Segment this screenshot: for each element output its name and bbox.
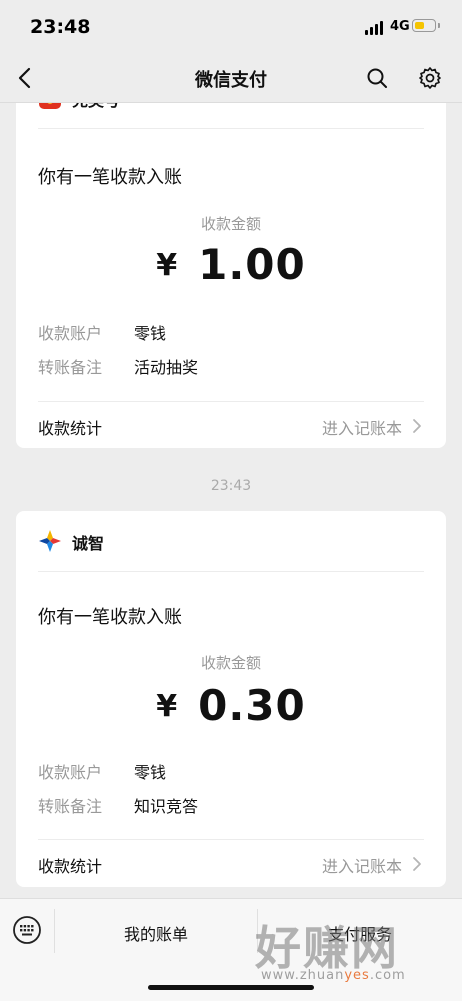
note-key: 转账备注 xyxy=(38,358,103,377)
ledger-link[interactable]: 进入记账本 xyxy=(322,853,402,877)
amount-label: 收款金额 xyxy=(200,215,261,233)
account-key: 收款账户 xyxy=(38,763,103,782)
ledger-link[interactable]: 进入记账本 xyxy=(322,415,402,439)
stats-label: 收款统计 xyxy=(38,419,103,438)
chengzhi-logo-icon xyxy=(39,530,61,552)
status-time: 23:48 xyxy=(30,16,91,38)
amount-number: 0.30 xyxy=(198,681,306,730)
note-value: 知识竞答 xyxy=(134,797,199,816)
amount-value: ¥0.30 xyxy=(16,681,446,730)
payment-card[interactable]: 诚智 你有一笔收款入账 收款金额 ¥0.30 收款账户 零钱 转账备注 知识竞答 收… xyxy=(16,511,446,887)
amount-label: 收款金额 xyxy=(200,654,261,672)
note-value: 活动抽奖 xyxy=(134,358,199,377)
chevron-right-icon xyxy=(413,857,421,871)
card-header: 诚智 xyxy=(38,511,424,572)
message-timestamp: 23:43 xyxy=(210,478,252,494)
watermark-url-part: .com xyxy=(369,968,406,983)
currency-symbol: ¥ xyxy=(156,248,179,283)
nav-bar: 微信支付 xyxy=(0,56,462,103)
sender-name: 兑奖号 xyxy=(72,103,120,111)
message-title: 你有一笔收款入账 xyxy=(38,167,182,188)
menu-my-bills[interactable]: 我的账单 xyxy=(55,921,257,945)
battery-icon xyxy=(412,19,440,32)
home-indicator[interactable] xyxy=(148,985,314,990)
message-list[interactable]: 兑奖号 你有一笔收款入账 收款金额 ¥1.00 收款账户零钱 转账备注活动抽奖 … xyxy=(0,103,462,898)
network-type: 4G xyxy=(390,19,410,34)
message-title: 你有一笔收款入账 xyxy=(38,607,182,628)
signal-icon xyxy=(365,21,385,35)
watermark-url-part: yes xyxy=(344,968,370,983)
search-icon[interactable] xyxy=(365,66,389,90)
card-header: 兑奖号 xyxy=(38,103,424,129)
status-bar: 23:48 4G xyxy=(0,0,462,56)
amount-value: ¥1.00 xyxy=(16,240,446,289)
watermark-url: www.zhuanyes.com xyxy=(261,968,406,983)
gear-icon[interactable] xyxy=(418,66,442,90)
account-row: 收款账户 零钱 xyxy=(38,320,166,344)
ledger-row[interactable]: 收款统计 进入记账本 xyxy=(38,839,424,887)
note-row: 转账备注 活动抽奖 xyxy=(38,354,198,378)
currency-symbol: ¥ xyxy=(156,689,179,724)
stats-label: 收款统计 xyxy=(38,857,103,876)
ledger-row[interactable]: 收款统计 进入记账本 xyxy=(38,401,424,449)
note-row: 转账备注 知识竞答 xyxy=(38,793,198,817)
sender-name: 诚智 xyxy=(72,534,105,553)
account-value: 零钱 xyxy=(134,324,167,343)
chevron-right-icon xyxy=(413,419,421,433)
note-key: 转账备注 xyxy=(38,797,103,816)
account-value: 零钱 xyxy=(134,763,167,782)
amount-number: 1.00 xyxy=(198,240,306,289)
keyboard-icon[interactable] xyxy=(12,915,42,945)
page-title: 微信支付 xyxy=(195,70,267,91)
watermark-url-part: www.zhuan xyxy=(261,968,345,983)
account-key: 收款账户 xyxy=(38,324,103,343)
red-envelope-logo-icon xyxy=(39,103,61,109)
account-row: 收款账户 零钱 xyxy=(38,759,166,783)
watermark: 好赚网 www.zhuanyes.com xyxy=(255,912,445,990)
payment-card[interactable]: 兑奖号 你有一笔收款入账 收款金额 ¥1.00 收款账户零钱 转账备注活动抽奖 … xyxy=(16,103,446,448)
